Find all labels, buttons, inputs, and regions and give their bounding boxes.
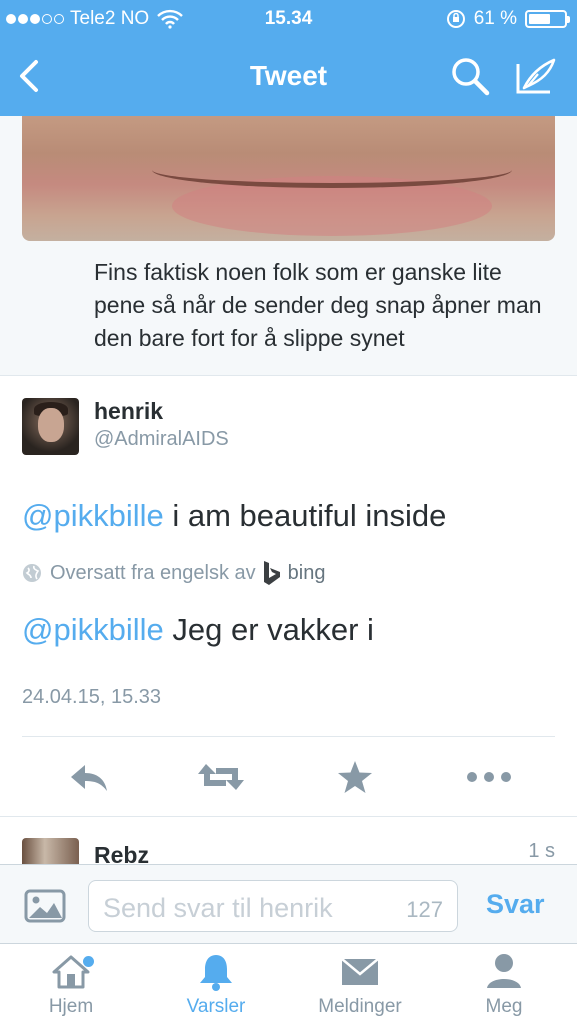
translated-mention-link[interactable]: @pikkbille (22, 612, 164, 647)
tab-label: Varsler (186, 996, 246, 1017)
send-reply-button[interactable]: Svar (486, 889, 545, 920)
person-icon (487, 954, 521, 988)
navigation-bar: Tweet (0, 44, 577, 108)
page-title: Tweet (249, 60, 328, 91)
reply-composer: Send svar til henrik 127 Svar (0, 864, 577, 944)
tweet-photo[interactable] (22, 116, 555, 241)
bell-icon (200, 955, 232, 991)
star-icon (338, 761, 372, 793)
reply-placeholder: Send svar til henrik (103, 893, 333, 923)
status-bar: Tele2 NO 15.34 61 % (0, 8, 577, 32)
avatar[interactable] (22, 398, 79, 455)
mention-link[interactable]: @pikkbille (22, 498, 164, 533)
character-count: 127 (406, 897, 443, 922)
battery-icon (525, 10, 570, 28)
tab-home[interactable]: Hjem (11, 952, 131, 1022)
reply-input[interactable]: Send svar til henrik 127 (88, 880, 458, 932)
reply-icon (71, 765, 107, 791)
reply-time: 1 s (528, 840, 555, 862)
parent-tweet[interactable]: Fins faktisk noen folk som er ganske lit… (0, 116, 577, 376)
tweet-actions (0, 752, 577, 802)
translation-label: Oversatt fra engelsk av (50, 561, 256, 584)
compose-tweet-icon[interactable] (514, 56, 558, 96)
author-handle[interactable]: @AdmiralAIDS (94, 428, 229, 451)
divider (22, 736, 555, 737)
favorite-button[interactable] (330, 752, 380, 802)
tab-label: Meldinger (318, 996, 402, 1017)
tab-notifications[interactable]: Varsler (156, 952, 276, 1022)
more-icon (467, 772, 511, 782)
translation-attribution[interactable]: Oversatt fra engelsk av bing (22, 560, 325, 586)
translated-body: Jeg er vakker i (163, 612, 374, 647)
status-right: 61 % (446, 8, 570, 30)
parent-tweet-text: Fins faktisk noen folk som er ganske lit… (94, 259, 542, 351)
retweet-button[interactable] (196, 752, 246, 802)
notification-dot (83, 956, 94, 967)
app-header: Tele2 NO 15.34 61 % Tweet (0, 0, 577, 116)
more-options-button[interactable] (464, 752, 514, 802)
bing-logo-icon (263, 561, 280, 585)
envelope-icon (341, 958, 379, 985)
divider (0, 816, 577, 817)
search-icon[interactable] (450, 56, 490, 96)
tweet-text: @pikkbille i am beautiful inside (22, 498, 446, 534)
reply-button[interactable] (64, 752, 114, 802)
tab-profile[interactable]: Meg (444, 952, 564, 1022)
photo-icon[interactable] (24, 889, 66, 923)
retweet-icon (198, 764, 244, 790)
tab-messages[interactable]: Meldinger (300, 952, 420, 1022)
reply-avatar[interactable] (22, 838, 79, 864)
tweet-body: i am beautiful inside (163, 498, 447, 533)
translated-text: @pikkbille Jeg er vakker i (22, 612, 374, 648)
author-name[interactable]: henrik (94, 398, 163, 425)
tab-label: Meg (485, 996, 523, 1017)
tweet-timestamp: 24.04.15, 15.33 (22, 686, 162, 708)
translation-provider: bing (287, 561, 326, 584)
battery-percent: 61 % (473, 8, 517, 29)
globe-icon (23, 564, 41, 582)
tab-bar: Hjem Varsler Meldinger Meg (0, 944, 577, 1024)
orientation-lock-icon (446, 10, 465, 28)
tab-label: Hjem (48, 996, 94, 1017)
